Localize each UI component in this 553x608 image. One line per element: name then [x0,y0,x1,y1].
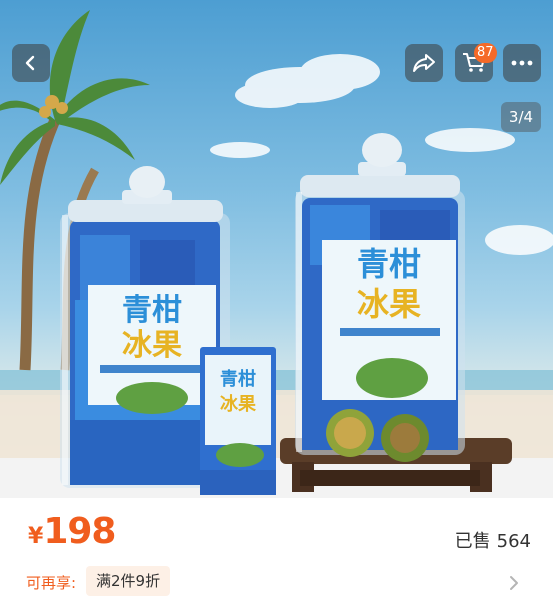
product-price: ¥198 [28,511,116,552]
svg-text:青柑: 青柑 [357,245,421,283]
product-detail-page: 青柑 冰果 青柑 冰果 青柑 冰果 87 3/4 ¥198 已售 564 可再享… [0,0,553,608]
chevron-left-icon [25,55,35,71]
sales-label: 已售 [454,531,491,552]
promo-label: 可再享: [26,574,77,592]
svg-text:冰果: 冰果 [220,393,257,415]
image-counter: 3/4 [501,102,541,132]
svg-text:冰果: 冰果 [122,328,182,363]
cart-count-badge: 87 [474,43,497,63]
more-button[interactable] [503,44,541,82]
jar-label-text: 青柑 [122,293,182,328]
sales-count: 已售 564 [455,527,531,553]
chevron-right-icon[interactable] [505,574,523,592]
more-icon [511,60,533,66]
share-button[interactable] [405,44,443,82]
share-icon [413,54,435,72]
promo-discount-tag[interactable]: 满2件9折 [86,566,171,596]
sales-number: 564 [496,531,531,552]
product-image-carousel[interactable]: 青柑 冰果 青柑 冰果 青柑 冰果 87 3/4 [0,0,553,498]
svg-text:青柑: 青柑 [220,368,256,390]
currency-symbol: ¥ [28,524,44,549]
price-amount: 198 [43,511,116,552]
svg-text:冰果: 冰果 [357,285,421,323]
back-button[interactable] [12,44,50,82]
